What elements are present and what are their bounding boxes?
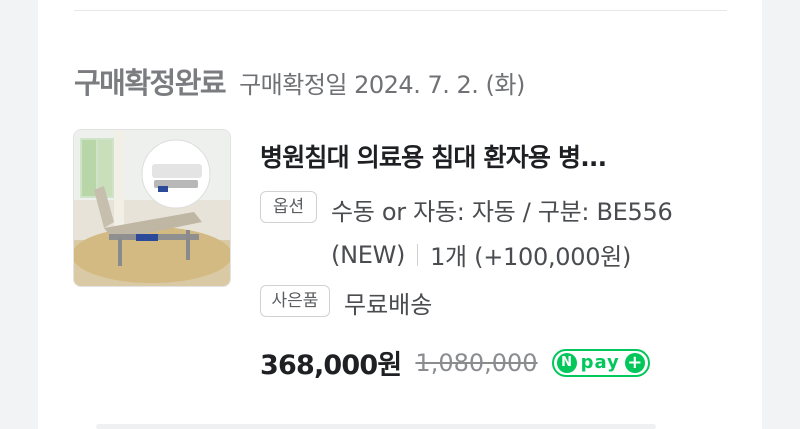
next-section-edge bbox=[96, 424, 656, 429]
npay-plus-icon: + bbox=[624, 352, 645, 373]
sale-price: 368,000원 bbox=[260, 350, 402, 381]
option-text: 수동 or 자동: 자동 / 구분: BE556 bbox=[331, 198, 673, 226]
gift-text: 무료배송 bbox=[344, 291, 433, 319]
option-detail-row: (NEW) 1개 (+100,000원) bbox=[331, 237, 631, 272]
npay-n-icon: N bbox=[556, 352, 577, 373]
price-row: 368,000원 1,080,000 N pay + bbox=[260, 343, 650, 382]
gift-chip: 사은품 bbox=[260, 285, 330, 317]
option-variant: (NEW) bbox=[331, 240, 406, 269]
separator bbox=[417, 243, 419, 266]
product-thumbnail[interactable] bbox=[73, 129, 231, 287]
original-price: 1,080,000 bbox=[415, 348, 538, 377]
option-chip: 옵션 bbox=[260, 191, 317, 223]
hospital-bed-photo-icon bbox=[74, 130, 230, 286]
npay-label: pay bbox=[580, 352, 620, 373]
confirm-date: 구매확정일 2024. 7. 2. (화) bbox=[239, 71, 525, 99]
npay-badge: N pay + bbox=[551, 348, 650, 377]
product-title[interactable]: 병원침대 의료용 침대 환자용 병... bbox=[260, 138, 607, 174]
order-status-row: 구매확정완료 구매확정일 2024. 7. 2. (화) bbox=[74, 60, 525, 102]
quantity-text: 1개 (+100,000원) bbox=[430, 243, 632, 271]
order-card: 구매확정완료 구매확정일 2024. 7. 2. (화) 병원침대 의료용 침대… bbox=[38, 0, 762, 429]
divider bbox=[74, 10, 727, 11]
order-status: 구매확정완료 bbox=[74, 66, 227, 100]
